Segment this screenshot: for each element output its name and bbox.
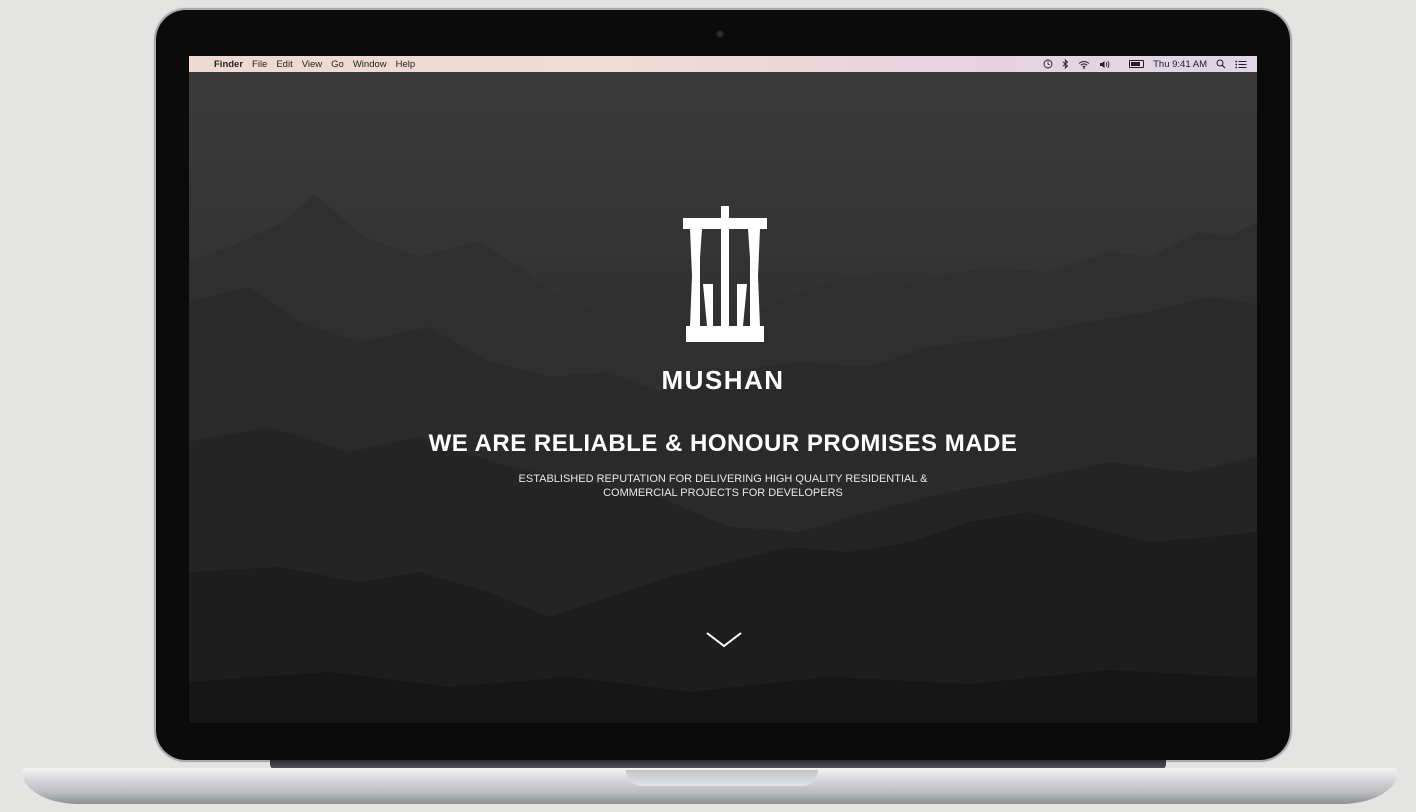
menu-window[interactable]: Window (353, 59, 387, 70)
laptop-screen: Finder File Edit View Go Window Help Thu… (189, 56, 1257, 723)
bluetooth-icon[interactable] (1062, 59, 1069, 69)
hero-subheadline-line2: COMMERCIAL PROJECTS FOR DEVELOPERS (603, 487, 843, 499)
hero-section: MUSHAN WE ARE RELIABLE & HONOUR PROMISES… (189, 72, 1257, 723)
mountain-background (189, 194, 1257, 723)
chevron-down-icon[interactable] (705, 630, 743, 650)
hero-subheadline-line1: ESTABLISHED REPUTATION FOR DELIVERING HI… (518, 473, 928, 485)
notification-center-icon[interactable] (1235, 60, 1247, 69)
spotlight-search-icon[interactable] (1216, 59, 1226, 69)
wifi-icon[interactable] (1078, 60, 1090, 69)
menubar-clock[interactable]: Thu 9:41 AM (1153, 59, 1207, 70)
hero-headline: WE ARE RELIABLE & HONOUR PROMISES MADE (428, 430, 1018, 457)
hero-subheadline: ESTABLISHED REPUTATION FOR DELIVERING HI… (479, 472, 967, 500)
menu-view[interactable]: View (302, 59, 322, 70)
brand-name: MUSHAN (661, 365, 785, 395)
time-machine-icon[interactable] (1043, 59, 1053, 69)
battery-icon[interactable] (1120, 60, 1145, 68)
menu-app-name[interactable]: Finder (214, 59, 243, 70)
mushan-logo-icon (683, 206, 767, 342)
menu-file[interactable]: File (252, 59, 267, 70)
menu-go[interactable]: Go (331, 59, 344, 70)
macos-menubar: Finder File Edit View Go Window Help Thu… (189, 56, 1257, 72)
webcam-icon (716, 30, 724, 38)
laptop-opening-notch (626, 770, 818, 786)
menu-edit[interactable]: Edit (276, 59, 292, 70)
laptop-lid: Finder File Edit View Go Window Help Thu… (156, 10, 1290, 760)
volume-icon[interactable] (1099, 60, 1111, 69)
menu-help[interactable]: Help (396, 59, 416, 70)
